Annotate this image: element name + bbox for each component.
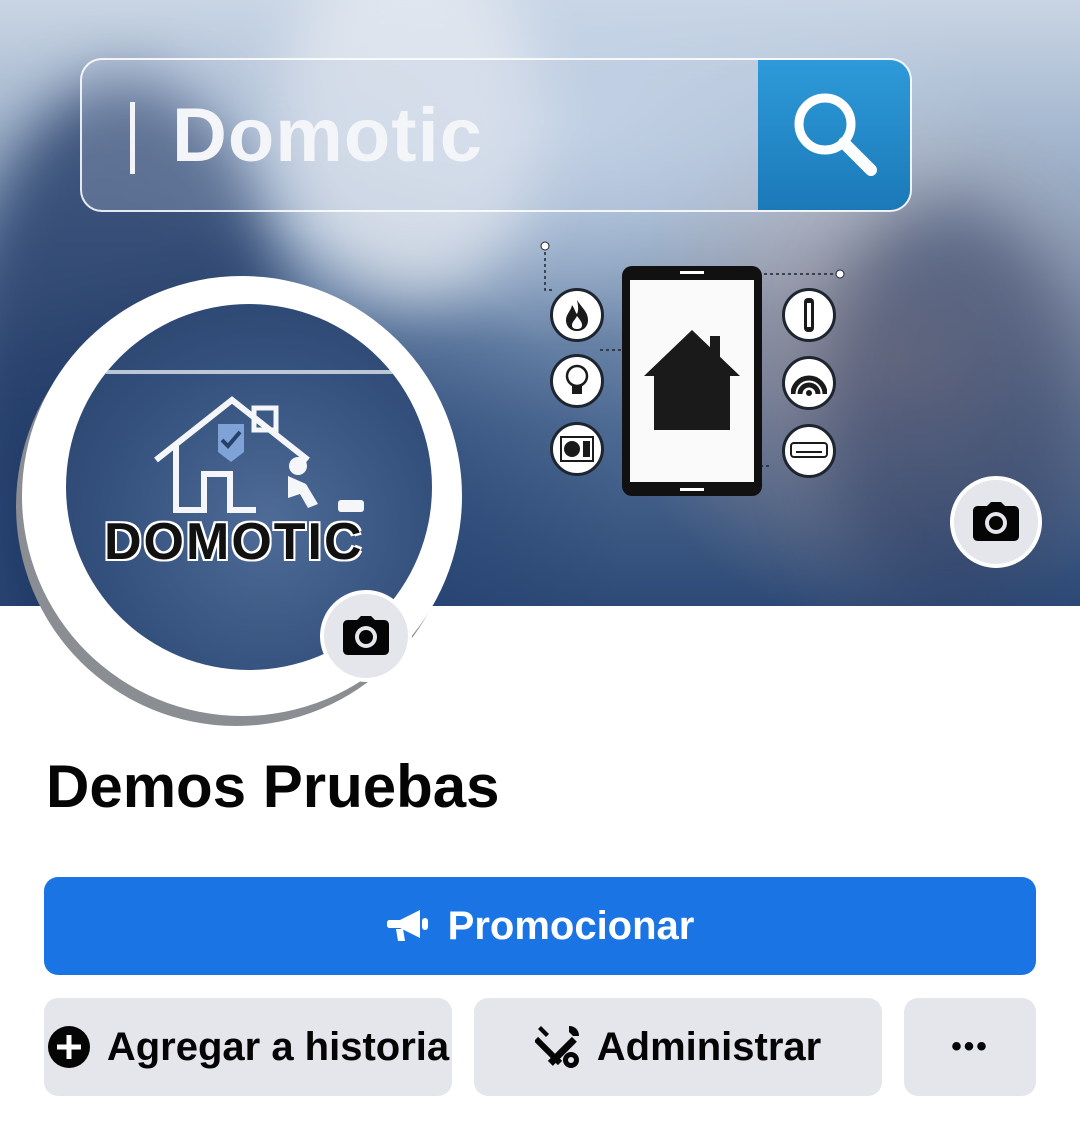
logo-text: DOMOTIC — [104, 513, 364, 571]
plus-circle-icon — [47, 1026, 90, 1068]
promote-button[interactable]: Promocionar — [44, 877, 1036, 975]
lightbulb-icon — [550, 354, 604, 408]
fan-icon — [550, 422, 604, 476]
cover-search-text: Domotic — [172, 93, 483, 178]
cover-search-graphic: Domotic — [80, 58, 912, 212]
add-to-story-label: Agregar a historia — [106, 1024, 450, 1069]
edit-profile-picture-button[interactable] — [320, 590, 412, 682]
page-title: Demos Pruebas — [46, 753, 500, 820]
air-conditioner-icon — [782, 424, 836, 478]
edit-cover-photo-button[interactable] — [950, 476, 1042, 568]
add-to-story-button[interactable]: Agregar a historia — [44, 998, 452, 1096]
house-icon — [644, 330, 740, 430]
manage-button[interactable]: Administrar — [474, 998, 882, 1096]
smartphone-graphic — [622, 266, 762, 496]
magnifier-icon — [758, 60, 910, 210]
wifi-signal-icon — [782, 356, 836, 410]
tools-icon — [534, 1026, 579, 1068]
fire-icon — [550, 288, 604, 342]
smart-home-infographic — [540, 240, 850, 510]
ellipsis-icon: ••• — [951, 1030, 989, 1063]
camera-icon — [973, 502, 1019, 541]
promote-label: Promocionar — [447, 903, 695, 948]
megaphone-icon — [386, 910, 428, 941]
cover-background-shape — [820, 200, 1080, 606]
camera-icon — [343, 616, 389, 655]
manage-label: Administrar — [596, 1024, 822, 1069]
text-caret — [130, 102, 135, 174]
more-options-button[interactable]: ••• — [904, 998, 1036, 1096]
thermometer-icon — [782, 288, 836, 342]
